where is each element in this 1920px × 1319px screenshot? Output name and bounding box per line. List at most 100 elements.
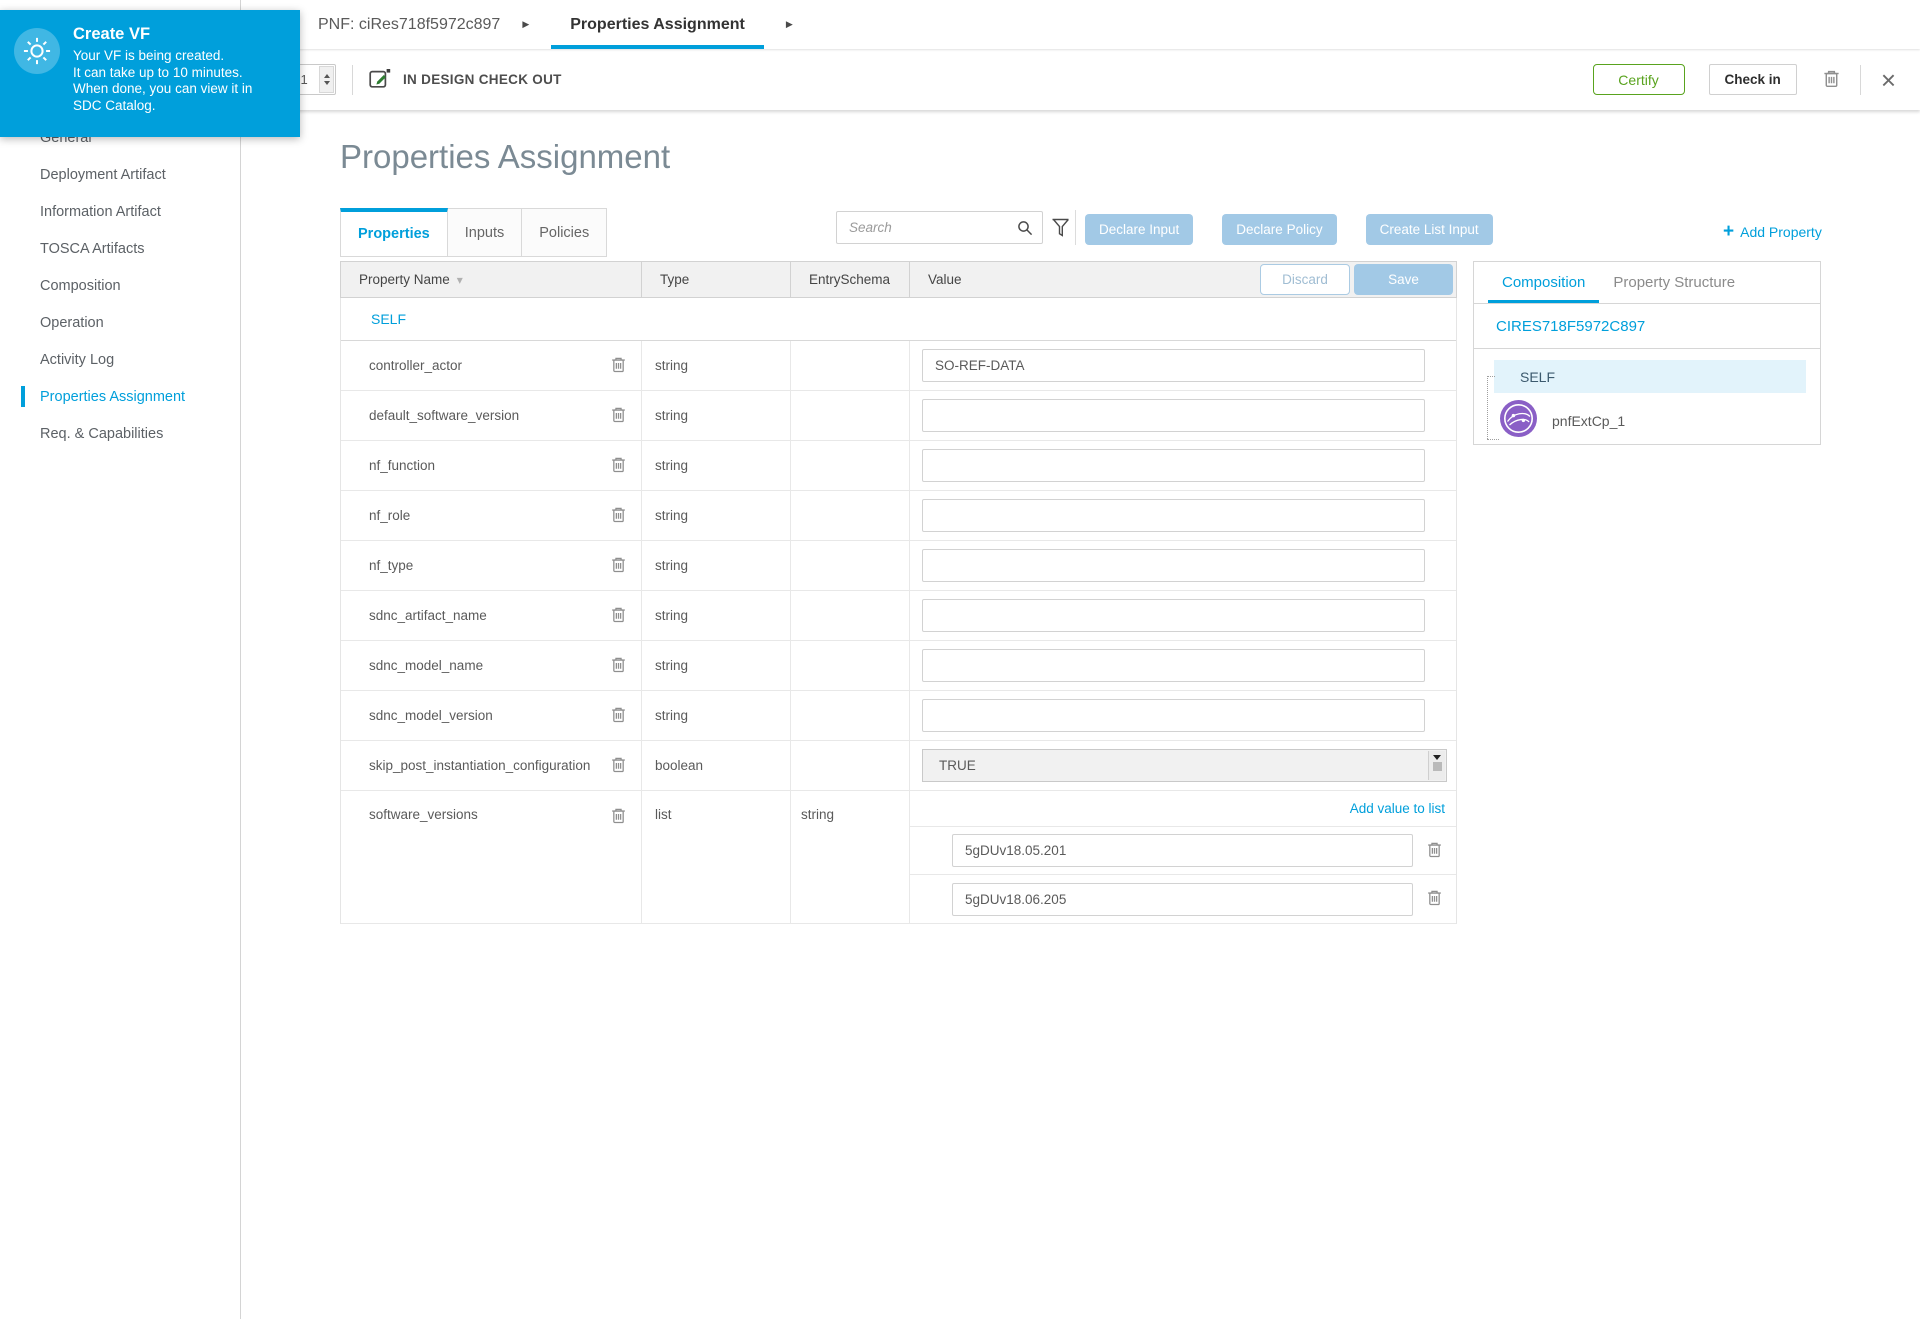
delete-property-button[interactable] <box>611 756 626 776</box>
property-name: sdnc_model_name <box>369 658 484 673</box>
delete-property-button[interactable] <box>611 406 626 426</box>
group-label-self: SELF <box>341 298 1456 341</box>
breadcrumb-item-pnf[interactable]: PNF: ciRes718f5972c897 <box>318 16 500 34</box>
tree-connector <box>1487 376 1488 439</box>
value-input[interactable] <box>922 349 1425 382</box>
search-input[interactable] <box>837 220 1017 235</box>
sidebar-item-label: Operation <box>40 314 104 331</box>
value-input[interactable] <box>922 549 1425 582</box>
property-type-cell: list <box>641 791 790 923</box>
trash-icon <box>611 756 626 776</box>
check-in-button[interactable]: Check in <box>1708 64 1797 95</box>
toast-body: Create VF Your VF is being created. It c… <box>73 25 252 123</box>
value-input[interactable] <box>922 649 1425 682</box>
trash-icon <box>1427 841 1442 861</box>
tab-policies[interactable]: Policies <box>522 208 608 257</box>
delete-property-button[interactable] <box>611 456 626 476</box>
property-schema-cell <box>790 541 909 590</box>
declare-input-button[interactable]: Declare Input <box>1085 214 1194 245</box>
search-icon <box>1017 220 1033 236</box>
sidebar-item-activity-log[interactable]: Activity Log <box>0 341 240 378</box>
delete-property-button[interactable] <box>611 807 626 827</box>
property-name-cell: nf_function <box>341 441 641 490</box>
property-name: software_versions <box>369 807 478 822</box>
properties-tab-strip: Properties Inputs Policies <box>340 208 608 257</box>
delete-property-button[interactable] <box>611 506 626 526</box>
sidebar-item-composition[interactable]: Composition <box>0 267 240 304</box>
tree-node-self[interactable]: SELF <box>1494 360 1806 393</box>
sidebar-item-label: Deployment Artifact <box>40 166 166 183</box>
sidebar-item-properties-assignment[interactable]: Properties Assignment <box>0 378 240 415</box>
delete-property-button[interactable] <box>611 556 626 576</box>
value-input[interactable] <box>922 399 1425 432</box>
column-header-property-name[interactable]: Property Name ▾ <box>341 262 641 297</box>
breadcrumb-arrow-icon: ▶ <box>785 19 793 29</box>
tab-inputs[interactable]: Inputs <box>447 208 523 257</box>
certify-button[interactable]: Certify <box>1592 64 1685 95</box>
close-button[interactable]: × <box>1881 67 1896 93</box>
sidebar-item-information-artifact[interactable]: Information Artifact <box>0 193 240 230</box>
property-schema-cell <box>790 491 909 540</box>
add-property-button[interactable]: + Add Property <box>1723 222 1822 241</box>
property-value-cell: TRUE <box>909 741 1456 790</box>
breadcrumb-item-properties-assignment[interactable]: Properties Assignment <box>551 0 764 49</box>
lifecycle-status: IN DESIGN CHECK OUT <box>369 68 562 92</box>
sidebar: General Deployment Artifact Information Ar… <box>0 0 241 1319</box>
delete-property-button[interactable] <box>611 656 626 676</box>
sidebar-item-deployment-artifact[interactable]: Deployment Artifact <box>0 156 240 193</box>
trash-icon <box>611 656 626 676</box>
property-row-sdnc-artifact-name: sdnc_artifact_name string <box>341 591 1456 641</box>
property-schema-cell <box>790 691 909 740</box>
discard-button[interactable]: Discard <box>1260 264 1350 295</box>
tab-property-structure[interactable]: Property Structure <box>1599 262 1749 303</box>
property-name-cell: controller_actor <box>341 341 641 390</box>
breadcrumb-arrow-icon: ▶ <box>522 19 530 29</box>
trash-icon <box>611 807 626 827</box>
value-select[interactable]: TRUE <box>922 749 1447 782</box>
toast-line: Your VF is being created. <box>73 48 225 63</box>
trash-icon <box>1427 889 1442 909</box>
property-name: nf_role <box>369 508 411 523</box>
gear-icon <box>14 28 60 74</box>
property-row-controller-actor: controller_actor string <box>341 341 1456 391</box>
sidebar-item-label: TOSCA Artifacts <box>40 240 145 257</box>
toolbar-divider <box>352 64 353 95</box>
add-value-to-list-link[interactable]: Add value to list <box>1350 801 1445 816</box>
plus-icon: + <box>1723 221 1735 242</box>
property-value-cell <box>909 341 1456 390</box>
save-button[interactable]: Save <box>1354 264 1453 295</box>
list-item <box>910 827 1456 875</box>
trash-icon <box>611 606 626 626</box>
property-name: sdnc_artifact_name <box>369 608 487 623</box>
delete-property-button[interactable] <box>611 706 626 726</box>
property-schema-cell <box>790 341 909 390</box>
list-value-input[interactable] <box>952 834 1413 867</box>
property-name: sdnc_model_version <box>369 708 493 723</box>
add-property-label: Add Property <box>1740 223 1822 240</box>
filter-button[interactable] <box>1051 216 1070 242</box>
property-name-cell: default_software_version <box>341 391 641 440</box>
property-row-nf-role: nf_role string <box>341 491 1456 541</box>
sidebar-item-tosca-artifacts[interactable]: TOSCA Artifacts <box>0 230 240 267</box>
trash-icon <box>611 406 626 426</box>
delete-component-button[interactable] <box>1823 69 1840 91</box>
toast-line: SDC Catalog. <box>73 97 156 113</box>
sidebar-item-req-capabilities[interactable]: Req. & Capabilities <box>0 415 240 452</box>
value-input[interactable] <box>922 699 1425 732</box>
component-name[interactable]: CIRES718F5972C897 <box>1474 304 1820 349</box>
list-value-input[interactable] <box>952 882 1413 916</box>
delete-property-button[interactable] <box>611 356 626 376</box>
create-list-input-button[interactable]: Create List Input <box>1365 214 1493 245</box>
tab-composition[interactable]: Composition <box>1488 262 1600 303</box>
delete-property-button[interactable] <box>611 606 626 626</box>
declare-policy-button[interactable]: Declare Policy <box>1222 214 1337 245</box>
toast-line: It can take up to 10 minutes. <box>73 64 243 80</box>
sidebar-item-operation[interactable]: Operation <box>0 304 240 341</box>
value-input[interactable] <box>922 499 1425 532</box>
delete-list-value-button[interactable] <box>1427 841 1442 861</box>
tab-properties[interactable]: Properties <box>340 208 448 257</box>
value-input[interactable] <box>922 599 1425 632</box>
tree-node-pnfextcp[interactable]: pnfExtCp_1 <box>1500 400 1820 442</box>
value-input[interactable] <box>922 449 1425 482</box>
delete-list-value-button[interactable] <box>1427 889 1442 909</box>
